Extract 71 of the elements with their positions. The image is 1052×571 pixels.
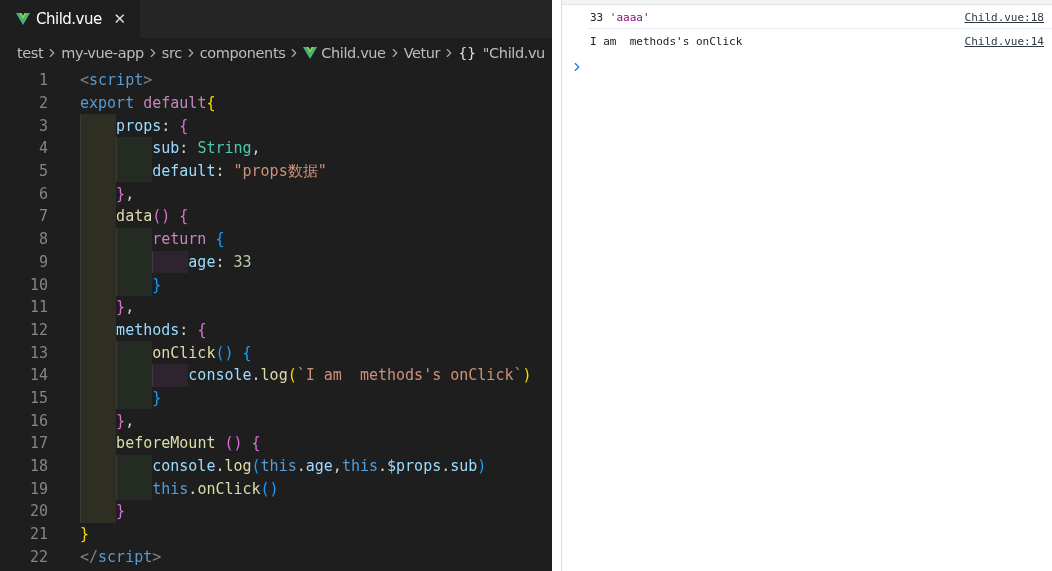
line-number: 19 bbox=[28, 479, 49, 498]
line-number: 1 bbox=[37, 71, 49, 90]
code-line: data() { bbox=[116, 207, 189, 226]
line-number: 5 bbox=[37, 162, 49, 181]
line-number: 2 bbox=[37, 94, 49, 113]
indent-guide bbox=[116, 477, 153, 501]
vue-logo-icon bbox=[303, 47, 318, 59]
breadcrumb-item[interactable]: my-vue-app bbox=[61, 45, 144, 61]
line-number: 15 bbox=[28, 388, 49, 407]
code-line: props: { bbox=[116, 116, 189, 135]
vue-logo-icon bbox=[16, 13, 30, 25]
code-line: return { bbox=[152, 230, 225, 249]
line-number: 6 bbox=[37, 184, 49, 203]
line-number: 13 bbox=[28, 343, 49, 362]
breadcrumb-item[interactable]: test bbox=[17, 45, 44, 61]
line-number: 17 bbox=[28, 434, 49, 453]
console-message: 33 'aaaa' bbox=[590, 11, 650, 24]
source-link[interactable]: Child.vue:14 bbox=[964, 35, 1044, 48]
line-number: 20 bbox=[28, 502, 49, 521]
code-line: beforeMount () { bbox=[116, 434, 261, 453]
indent-guide bbox=[80, 114, 117, 138]
code-line: export default{ bbox=[80, 94, 216, 113]
code-line: onClick() { bbox=[152, 343, 252, 362]
line-number: 11 bbox=[28, 298, 49, 317]
code-line: console.log(`I am methods's onClick`) bbox=[188, 366, 532, 385]
line-number: 12 bbox=[28, 320, 49, 339]
code-line: <script> bbox=[80, 71, 153, 90]
code-line: }, bbox=[116, 411, 135, 430]
code-line: methods: { bbox=[116, 320, 207, 339]
indent-guide bbox=[80, 500, 117, 523]
editor-tab[interactable]: Child.vue ✕ bbox=[0, 0, 140, 38]
code-line: this.onClick() bbox=[152, 479, 279, 498]
line-number: 4 bbox=[37, 139, 49, 158]
close-icon[interactable]: ✕ bbox=[113, 10, 126, 28]
source-link[interactable]: Child.vue:18 bbox=[964, 11, 1044, 24]
indent-guide bbox=[152, 250, 189, 274]
line-number: 7 bbox=[37, 207, 49, 226]
breadcrumb-item[interactable]: src bbox=[161, 45, 182, 61]
indent-guide bbox=[116, 227, 153, 251]
line-number: 14 bbox=[28, 366, 49, 385]
line-number: 18 bbox=[28, 457, 49, 476]
line-number: 22 bbox=[28, 547, 49, 566]
breadcrumb-item[interactable]: Child.vue bbox=[303, 45, 386, 61]
indent-guide bbox=[116, 137, 153, 160]
code-line: } bbox=[80, 525, 90, 544]
code-line: } bbox=[152, 275, 162, 294]
code-line: </script> bbox=[80, 547, 162, 566]
console-message: I am methods's onClick bbox=[590, 35, 743, 48]
line-number: 9 bbox=[37, 252, 49, 271]
indent-guide bbox=[116, 454, 153, 478]
line-number: 21 bbox=[28, 525, 49, 544]
code-line: sub: String, bbox=[152, 139, 261, 158]
line-number: 16 bbox=[28, 411, 49, 430]
code-line: }, bbox=[116, 184, 135, 203]
breadcrumb-item[interactable]: Vetur bbox=[403, 45, 441, 61]
code-line: default: "props数据" bbox=[152, 161, 327, 181]
indent-guide bbox=[152, 363, 189, 387]
indent-guide bbox=[116, 341, 153, 364]
code-line: console.log(this.age,this.$props.sub) bbox=[152, 457, 487, 476]
breadcrumb-item[interactable]: components bbox=[199, 45, 286, 61]
indent-guide bbox=[116, 386, 153, 410]
line-number: 10 bbox=[28, 275, 49, 294]
code-line: }, bbox=[116, 298, 135, 317]
indent-guide bbox=[116, 159, 153, 183]
code-line: age: 33 bbox=[188, 252, 252, 271]
code-line: } bbox=[116, 502, 126, 521]
indent-guide bbox=[116, 273, 153, 296]
line-number: 8 bbox=[37, 230, 49, 249]
line-number: 3 bbox=[37, 116, 49, 135]
breadcrumb-item[interactable]: {} "Child.vu bbox=[458, 45, 545, 61]
code-line: } bbox=[152, 388, 162, 407]
